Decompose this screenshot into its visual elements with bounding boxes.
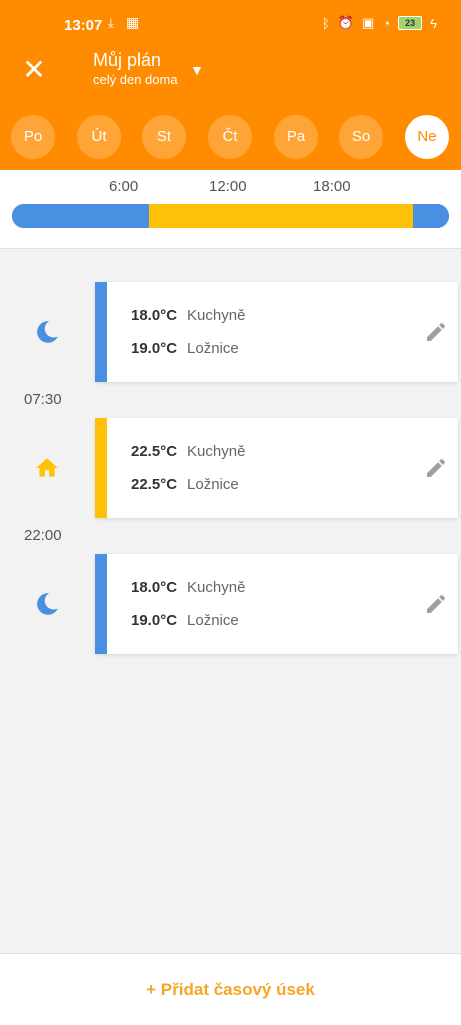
timeline-label: 6:00: [109, 178, 139, 195]
sim-icon: ▣: [361, 15, 375, 30]
charging-icon: ϟ: [430, 15, 437, 31]
footer-bar: + Přidat časový úsek: [0, 953, 461, 1025]
plan-subtitle: celý den doma: [93, 72, 178, 87]
plan-title-block[interactable]: Můj plán celý den doma: [93, 50, 178, 87]
status-bar: 13:07 ⤓ ▦ ᛒ ⏰ ▣ ◔ 23 ϟ: [0, 0, 461, 50]
edit-pencil-icon[interactable]: [424, 320, 448, 344]
day-monday[interactable]: Po: [11, 115, 55, 159]
temperature: 18.0°C: [131, 307, 178, 324]
timeline-label: 12:00: [209, 178, 247, 195]
day-wednesday[interactable]: St: [142, 115, 186, 159]
day-selector: Po Út St Čt Pa So Ne: [0, 115, 461, 159]
status-time: 13:07: [64, 17, 103, 34]
battery-icon: 23: [398, 16, 423, 30]
room-name: Ložnice: [187, 476, 239, 493]
timeline-segment-home: [148, 204, 413, 228]
temperature: 22.5°C: [131, 443, 178, 460]
mode-accent: [95, 554, 107, 654]
temp-row: 19.0°C Ložnice: [131, 340, 239, 357]
edit-pencil-icon[interactable]: [424, 592, 448, 616]
temp-row: 18.0°C Kuchyně: [131, 307, 245, 324]
timeline-segment-night: [412, 204, 449, 228]
day-timeline: 6:00 12:00 18:00: [0, 170, 461, 249]
temperature: 18.0°C: [131, 579, 178, 596]
timeline-label: 18:00: [313, 178, 351, 195]
day-friday[interactable]: Pa: [274, 115, 318, 159]
temp-row: 22.5°C Kuchyně: [131, 443, 245, 460]
time-marker: 07:30: [24, 391, 62, 408]
plan-title: Můj plán: [93, 50, 162, 70]
timeline-bar: [12, 204, 449, 228]
day-thursday[interactable]: Čt: [208, 115, 252, 159]
home-icon: [36, 458, 58, 477]
temperature: 22.5°C: [131, 476, 178, 493]
add-time-slot-button[interactable]: + Přidat časový úsek: [0, 980, 461, 1000]
room-name: Kuchyně: [187, 307, 246, 324]
day-tuesday[interactable]: Út: [77, 115, 121, 159]
time-marker: 22:00: [24, 527, 62, 544]
app-header: 13:07 ⤓ ▦ ᛒ ⏰ ▣ ◔ 23 ϟ ✕ Můj plán celý d…: [0, 0, 461, 170]
temp-row: 22.5°C Ložnice: [131, 476, 239, 493]
moon-icon: [37, 321, 58, 343]
day-sunday[interactable]: Ne: [405, 115, 449, 159]
temp-row: 18.0°C Kuchyně: [131, 579, 245, 596]
schedule-block-home: 22.5°C Kuchyně 22.5°C Ložnice: [95, 418, 458, 518]
mode-accent: [95, 418, 107, 518]
wifi-icon: ◔: [382, 15, 391, 31]
schedule-block-night: 18.0°C Kuchyně 19.0°C Ložnice: [95, 554, 458, 654]
day-saturday[interactable]: So: [339, 115, 383, 159]
room-name: Kuchyně: [187, 443, 246, 460]
room-name: Kuchyně: [187, 579, 246, 596]
download-icon: ⤓: [108, 15, 114, 30]
status-icons: ᛒ ⏰ ▣ ◔ 23 ϟ: [322, 15, 437, 31]
app-grid-icon: ▦: [126, 14, 140, 30]
temperature: 19.0°C: [131, 340, 178, 357]
temperature: 19.0°C: [131, 612, 178, 629]
schedule-block-night: 18.0°C Kuchyně 19.0°C Ložnice: [95, 282, 458, 382]
room-name: Ložnice: [187, 340, 239, 357]
edit-pencil-icon[interactable]: [424, 456, 448, 480]
close-button[interactable]: ✕: [20, 56, 48, 84]
bluetooth-icon: ᛒ: [321, 15, 330, 31]
mode-accent: [95, 282, 107, 382]
dropdown-arrow-icon[interactable]: ▼: [190, 62, 204, 78]
alarm-off-icon: ⏰: [337, 15, 354, 30]
moon-icon: [37, 593, 58, 615]
timeline-segment-night: [12, 204, 149, 228]
room-name: Ložnice: [187, 612, 239, 629]
temp-row: 19.0°C Ložnice: [131, 612, 239, 629]
